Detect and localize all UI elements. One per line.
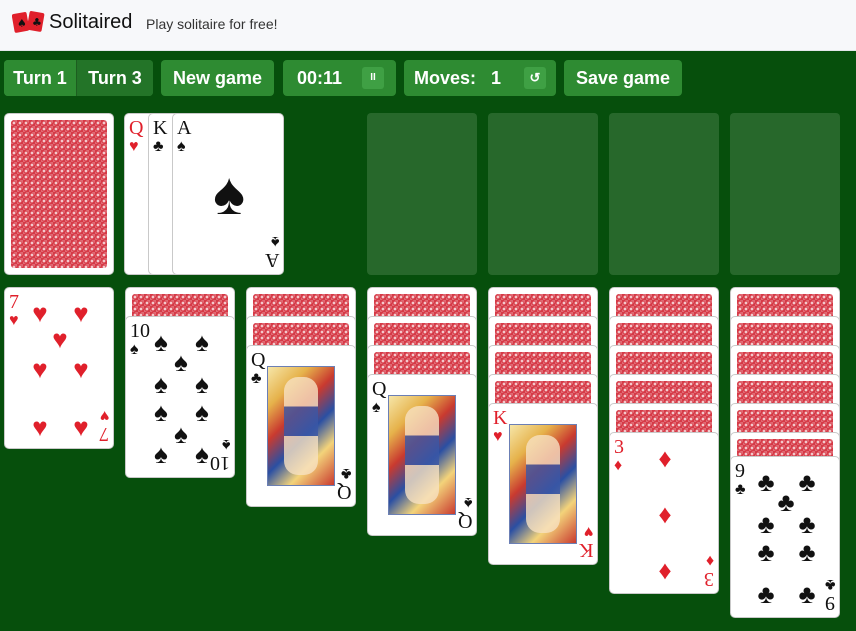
- tableau-card-king-hearts[interactable]: K ♥ K ♥: [488, 403, 598, 565]
- game-toolbar: Turn 1 Turn 3 New game 00:11 II Moves: 1…: [0, 60, 856, 96]
- card-rank: Q: [129, 117, 144, 139]
- club-icon: ♣: [735, 481, 746, 498]
- diamond-icon: ♦: [614, 457, 623, 474]
- card-rank: 10: [210, 452, 230, 474]
- tableau-card-7-hearts[interactable]: 7 ♥ ♥ ♥ ♥ ♥ ♥ ♥ ♥ 7 ♥: [4, 287, 114, 449]
- spade-icon: ♠: [195, 369, 209, 399]
- heart-icon: ♥: [583, 523, 594, 540]
- card-rank: Q: [336, 481, 351, 503]
- foundation-slot[interactable]: [488, 113, 598, 275]
- brand-name[interactable]: Solitaired: [49, 11, 132, 34]
- diamond-icon: ♦: [658, 499, 672, 529]
- turn-3-button[interactable]: Turn 3: [77, 60, 153, 96]
- foundation-slot[interactable]: [609, 113, 719, 275]
- card-rank: Q: [457, 510, 472, 532]
- spade-icon: ♠: [154, 369, 168, 399]
- spade-icon: ♠: [372, 399, 381, 416]
- card-rank: K: [578, 539, 593, 561]
- card-rank: A: [264, 249, 279, 271]
- save-game-button[interactable]: Save game: [564, 60, 682, 96]
- queen-portrait: [388, 395, 456, 515]
- card-rank: 7: [99, 423, 109, 445]
- spade-icon: ♠: [154, 439, 168, 469]
- timer-value: 00:11: [297, 68, 343, 88]
- diamond-icon: ♦: [705, 552, 714, 569]
- card-rank: 3: [704, 568, 714, 590]
- club-icon: ♣: [798, 509, 816, 539]
- heart-icon: ♥: [52, 324, 68, 354]
- heart-icon: ♥: [99, 407, 110, 424]
- tableau-card-3-diamonds[interactable]: 3 ♦ ♦ ♦ ♦ 3 ♦: [609, 432, 719, 594]
- card-rank: 7: [9, 291, 19, 313]
- card-rank: 10: [130, 320, 150, 342]
- foundation-slot[interactable]: [367, 113, 477, 275]
- card-rank: K: [153, 117, 168, 139]
- timer-display: 00:11 II: [283, 60, 396, 96]
- club-icon: ♣: [757, 579, 775, 609]
- moves-label: Moves:: [414, 68, 477, 88]
- club-icon: ♣: [757, 509, 775, 539]
- top-bar: ♠ ♣ Solitaired Play solitaire for free!: [0, 0, 856, 51]
- turn-1-button[interactable]: Turn 1: [4, 60, 76, 96]
- card-rank: Q: [251, 349, 266, 371]
- spade-icon: ♠: [463, 494, 473, 511]
- tableau-card-queen-spades[interactable]: Q ♠ Q ♠: [367, 374, 477, 536]
- tableau-card-queen-clubs[interactable]: Q ♣ Q ♣: [246, 345, 356, 507]
- card-rank: Q: [372, 378, 387, 400]
- heart-icon: ♥: [73, 354, 89, 384]
- heart-icon: ♥: [32, 298, 48, 328]
- tagline: Play solitaire for free!: [146, 16, 278, 32]
- heart-icon: ♥: [32, 412, 48, 442]
- spade-icon: ♠: [213, 160, 245, 227]
- tableau-card-9-clubs[interactable]: 9 ♣ ♣ ♣ ♣ ♣ ♣ ♣ ♣ ♣ ♣ 9 ♣: [730, 456, 840, 618]
- moves-count: 1: [491, 68, 502, 88]
- turn-mode-toggle: Turn 1 Turn 3: [4, 60, 153, 96]
- card-rank: 3: [614, 436, 624, 458]
- svg-text:♠: ♠: [17, 17, 27, 30]
- card-rank: 9: [825, 592, 835, 614]
- spade-icon: ♠: [270, 233, 280, 250]
- club-icon: ♣: [757, 537, 775, 567]
- new-game-button[interactable]: New game: [161, 60, 274, 96]
- heart-icon: ♥: [9, 312, 19, 329]
- card-rank: 9: [735, 460, 745, 482]
- svg-text:♣: ♣: [32, 16, 42, 29]
- diamond-icon: ♦: [658, 555, 672, 585]
- card-rank: K: [493, 407, 508, 429]
- heart-icon: ♥: [73, 298, 89, 328]
- solitaired-logo-icon[interactable]: ♠ ♣: [12, 10, 46, 34]
- king-portrait: [509, 424, 577, 544]
- moves-counter: Moves: 1 ↺: [404, 60, 556, 96]
- queen-portrait: [267, 366, 335, 486]
- club-icon: ♣: [251, 370, 262, 387]
- heart-icon: ♥: [493, 428, 503, 445]
- club-icon: ♣: [798, 537, 816, 567]
- spade-icon: ♠: [177, 138, 186, 155]
- stock-pile[interactable]: [4, 113, 114, 275]
- spade-icon: ♠: [130, 341, 139, 358]
- waste-card-ace-spades[interactable]: A ♠ ♠ A ♠: [172, 113, 284, 275]
- club-icon: ♣: [340, 465, 352, 482]
- card-rank: A: [177, 117, 192, 139]
- pause-icon[interactable]: II: [362, 67, 384, 89]
- club-icon: ♣: [153, 138, 164, 155]
- heart-icon: ♥: [73, 412, 89, 442]
- club-icon: ♣: [824, 576, 836, 593]
- heart-icon: ♥: [32, 354, 48, 384]
- undo-icon[interactable]: ↺: [524, 67, 546, 89]
- foundation-slot[interactable]: [730, 113, 840, 275]
- heart-icon: ♥: [129, 138, 139, 155]
- diamond-icon: ♦: [658, 443, 672, 473]
- club-icon: ♣: [798, 579, 816, 609]
- spade-icon: ♠: [221, 436, 231, 453]
- tableau-card-10-spades[interactable]: 10 ♠ ♠ ♠ ♠ ♠ ♠ ♠ ♠ ♠ ♠ ♠ 10 ♠: [125, 316, 235, 478]
